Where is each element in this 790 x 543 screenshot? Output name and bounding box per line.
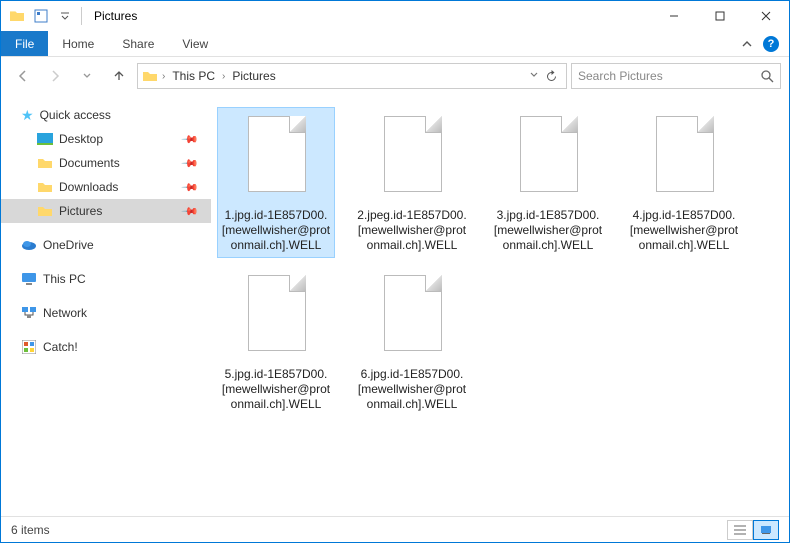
pin-icon: 📌 [181,130,200,149]
ribbon-tab-share[interactable]: Share [108,31,168,56]
file-tab[interactable]: File [1,31,48,56]
address-dropdown-icon[interactable] [529,70,539,83]
view-icons-button[interactable] [753,520,779,540]
network-icon [21,305,37,321]
breadcrumb-thispc[interactable]: This PC [169,69,218,83]
sidebar-item-downloads[interactable]: Downloads 📌 [1,175,211,199]
search-box[interactable] [571,63,781,89]
sidebar-network[interactable]: Network [1,301,211,325]
file-item[interactable]: 1.jpg.id-1E857D00.[mewellwisher@protonma… [217,107,335,258]
sidebar-catch[interactable]: Catch! [1,335,211,359]
file-name: 1.jpg.id-1E857D00.[mewellwisher@protonma… [220,208,332,253]
file-name: 4.jpg.id-1E857D00.[mewellwisher@protonma… [628,208,740,253]
chevron-right-icon[interactable]: › [222,71,225,82]
pin-icon: 📌 [181,154,200,173]
star-icon: ★ [21,107,34,124]
file-name: 6.jpg.id-1E857D00.[mewellwisher@protonma… [356,367,468,412]
sidebar-label: Documents [59,156,120,170]
generic-file-icon [240,112,312,202]
pc-icon [21,271,37,287]
nav-toolbar: › This PC › Pictures [1,57,789,95]
item-count: 6 items [11,523,50,537]
sidebar-label: Desktop [59,132,103,146]
recent-dropdown-icon[interactable] [73,62,101,90]
sidebar-label: Downloads [59,180,118,194]
file-item[interactable]: 2.jpeg.id-1E857D00.[mewellwisher@protonm… [353,107,471,258]
help-icon[interactable]: ? [763,36,779,52]
pin-icon: 📌 [181,178,200,197]
breadcrumb-pictures[interactable]: Pictures [229,69,278,83]
ribbon-tab-home[interactable]: Home [48,31,108,56]
sidebar-label: Catch! [43,340,78,354]
qat-divider [81,7,82,25]
generic-file-icon [512,112,584,202]
maximize-button[interactable] [697,1,743,31]
chevron-right-icon[interactable]: › [162,71,165,82]
explorer-app-icon [7,6,27,26]
back-button[interactable] [9,62,37,90]
file-name: 2.jpeg.id-1E857D00.[mewellwisher@protonm… [356,208,468,253]
sidebar-quick-access[interactable]: ★ Quick access [1,103,211,127]
file-item[interactable]: 4.jpg.id-1E857D00.[mewellwisher@protonma… [625,107,743,258]
ribbon-tab-view[interactable]: View [168,31,222,56]
up-button[interactable] [105,62,133,90]
window-title: Pictures [90,9,137,23]
sidebar-item-pictures[interactable]: Pictures 📌 [1,199,211,223]
file-item[interactable]: 3.jpg.id-1E857D00.[mewellwisher@protonma… [489,107,607,258]
sidebar-label: OneDrive [43,238,94,252]
sidebar-item-documents[interactable]: Documents 📌 [1,151,211,175]
main-area: ★ Quick access Desktop 📌 Documents 📌 Dow… [1,95,789,516]
sidebar-item-desktop[interactable]: Desktop 📌 [1,127,211,151]
search-icon[interactable] [760,69,774,83]
minimize-button[interactable] [651,1,697,31]
generic-file-icon [376,271,448,361]
search-input[interactable] [578,69,760,83]
pin-icon: 📌 [181,202,200,221]
folder-icon [37,203,53,219]
desktop-icon [37,131,53,147]
address-bar[interactable]: › This PC › Pictures [137,63,567,89]
sidebar-label: Network [43,306,87,320]
ribbon: File Home Share View ? [1,31,789,57]
onedrive-icon [21,237,37,253]
generic-file-icon [240,271,312,361]
sidebar-label: Pictures [59,204,102,218]
qat-properties-icon[interactable] [31,6,51,26]
folder-icon [37,179,53,195]
folder-icon [37,155,53,171]
sidebar-label: This PC [43,272,86,286]
refresh-icon[interactable] [545,70,558,83]
file-item[interactable]: 5.jpg.id-1E857D00.[mewellwisher@protonma… [217,266,335,417]
ribbon-collapse-icon[interactable] [741,38,753,50]
generic-file-icon [376,112,448,202]
close-button[interactable] [743,1,789,31]
address-folder-icon [142,68,158,84]
file-pane[interactable]: 1.jpg.id-1E857D00.[mewellwisher@protonma… [211,95,789,516]
catch-icon [21,339,37,355]
file-name: 5.jpg.id-1E857D00.[mewellwisher@protonma… [220,367,332,412]
file-item[interactable]: 6.jpg.id-1E857D00.[mewellwisher@protonma… [353,266,471,417]
sidebar-onedrive[interactable]: OneDrive [1,233,211,257]
title-bar: Pictures [1,1,789,31]
sidebar-label: Quick access [40,108,111,122]
sidebar-thispc[interactable]: This PC [1,267,211,291]
generic-file-icon [648,112,720,202]
view-details-button[interactable] [727,520,753,540]
qat-dropdown-icon[interactable] [55,6,75,26]
file-name: 3.jpg.id-1E857D00.[mewellwisher@protonma… [492,208,604,253]
nav-sidebar: ★ Quick access Desktop 📌 Documents 📌 Dow… [1,95,211,516]
status-bar: 6 items [1,516,789,542]
forward-button[interactable] [41,62,69,90]
